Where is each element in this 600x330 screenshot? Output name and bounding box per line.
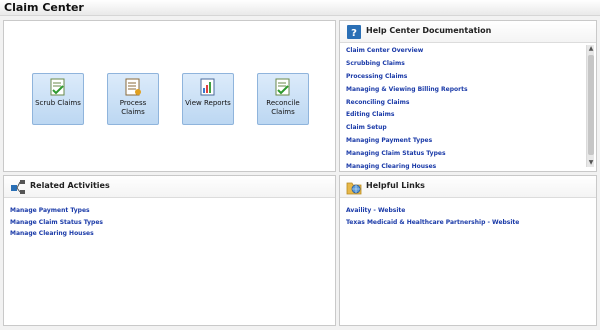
helpful-links-title: Helpful Links: [366, 181, 425, 190]
view-reports-icon: [200, 78, 215, 96]
help-center-header: ? Help Center Documentation: [340, 21, 596, 43]
help-question-icon: ?: [347, 25, 361, 39]
help-link-editing-claims[interactable]: Editing Claims: [346, 111, 582, 124]
help-link-claim-setup[interactable]: Claim Setup: [346, 124, 582, 137]
help-link-clearing-houses[interactable]: Managing Clearing Houses: [346, 163, 582, 176]
help-link-processing-claims[interactable]: Processing Claims: [346, 73, 582, 86]
process-claims-icon: [125, 78, 141, 96]
svg-text:?: ?: [351, 28, 357, 39]
help-doc-list: Claim Center Overview Scrubbing Claims P…: [346, 47, 582, 176]
view-reports-button[interactable]: View Reports: [182, 73, 234, 125]
view-reports-label: View Reports: [185, 99, 231, 107]
helpful-link-availity[interactable]: Availity - Website: [346, 207, 519, 219]
claim-center-page: Claim Center Scrub Claims Process Claims: [0, 0, 600, 330]
scrub-claims-icon: [50, 78, 65, 96]
related-activities-panel: Related Activities Manage Payment Types …: [3, 175, 336, 326]
scrub-claims-label: Scrub Claims: [35, 99, 81, 107]
help-link-billing-reports[interactable]: Managing & Viewing Billing Reports: [346, 86, 582, 99]
related-link-claim-status-types[interactable]: Manage Claim Status Types: [10, 219, 103, 231]
reconcile-claims-button[interactable]: Reconcile Claims: [257, 73, 309, 125]
helpful-links-list: Availity - Website Texas Medicaid & Heal…: [346, 207, 519, 230]
related-link-clearing-houses[interactable]: Manage Clearing Houses: [10, 230, 103, 242]
scroll-up-icon[interactable]: ▲: [587, 45, 595, 53]
scroll-down-icon[interactable]: ▼: [587, 159, 595, 167]
page-title: Claim Center: [4, 1, 84, 14]
help-scrollbar[interactable]: ▲ ▼: [586, 45, 594, 167]
folder-globe-icon: [346, 182, 362, 195]
help-link-scrubbing-claims[interactable]: Scrubbing Claims: [346, 60, 582, 73]
helpful-links-panel: Helpful Links Availity - Website Texas M…: [339, 175, 597, 326]
reconcile-claims-icon: [275, 78, 290, 96]
help-center-panel: ? Help Center Documentation Claim Center…: [339, 20, 597, 172]
related-activities-icon: [11, 180, 25, 194]
help-link-reconciling-claims[interactable]: Reconciling Claims: [346, 99, 582, 112]
help-center-title: Help Center Documentation: [366, 26, 492, 35]
related-link-payment-types[interactable]: Manage Payment Types: [10, 207, 103, 219]
related-activities-header: Related Activities: [4, 176, 335, 198]
helpful-links-header: Helpful Links: [340, 176, 596, 198]
reconcile-claims-label: Reconcile Claims: [266, 99, 300, 116]
process-claims-label: Process Claims: [119, 99, 147, 116]
actions-panel: Scrub Claims Process Claims View Reports: [3, 20, 336, 172]
process-claims-button[interactable]: Process Claims: [107, 73, 159, 125]
help-link-payment-types[interactable]: Managing Payment Types: [346, 137, 582, 150]
related-activities-list: Manage Payment Types Manage Claim Status…: [10, 207, 103, 242]
help-link-claim-status-types[interactable]: Managing Claim Status Types: [346, 150, 582, 163]
helpful-link-tmhp[interactable]: Texas Medicaid & Healthcare Partnership …: [346, 219, 519, 231]
help-link-claim-center-overview[interactable]: Claim Center Overview: [346, 47, 582, 60]
title-bar: Claim Center: [0, 0, 600, 16]
related-activities-title: Related Activities: [30, 181, 110, 190]
scroll-thumb[interactable]: [588, 55, 594, 155]
scrub-claims-button[interactable]: Scrub Claims: [32, 73, 84, 125]
